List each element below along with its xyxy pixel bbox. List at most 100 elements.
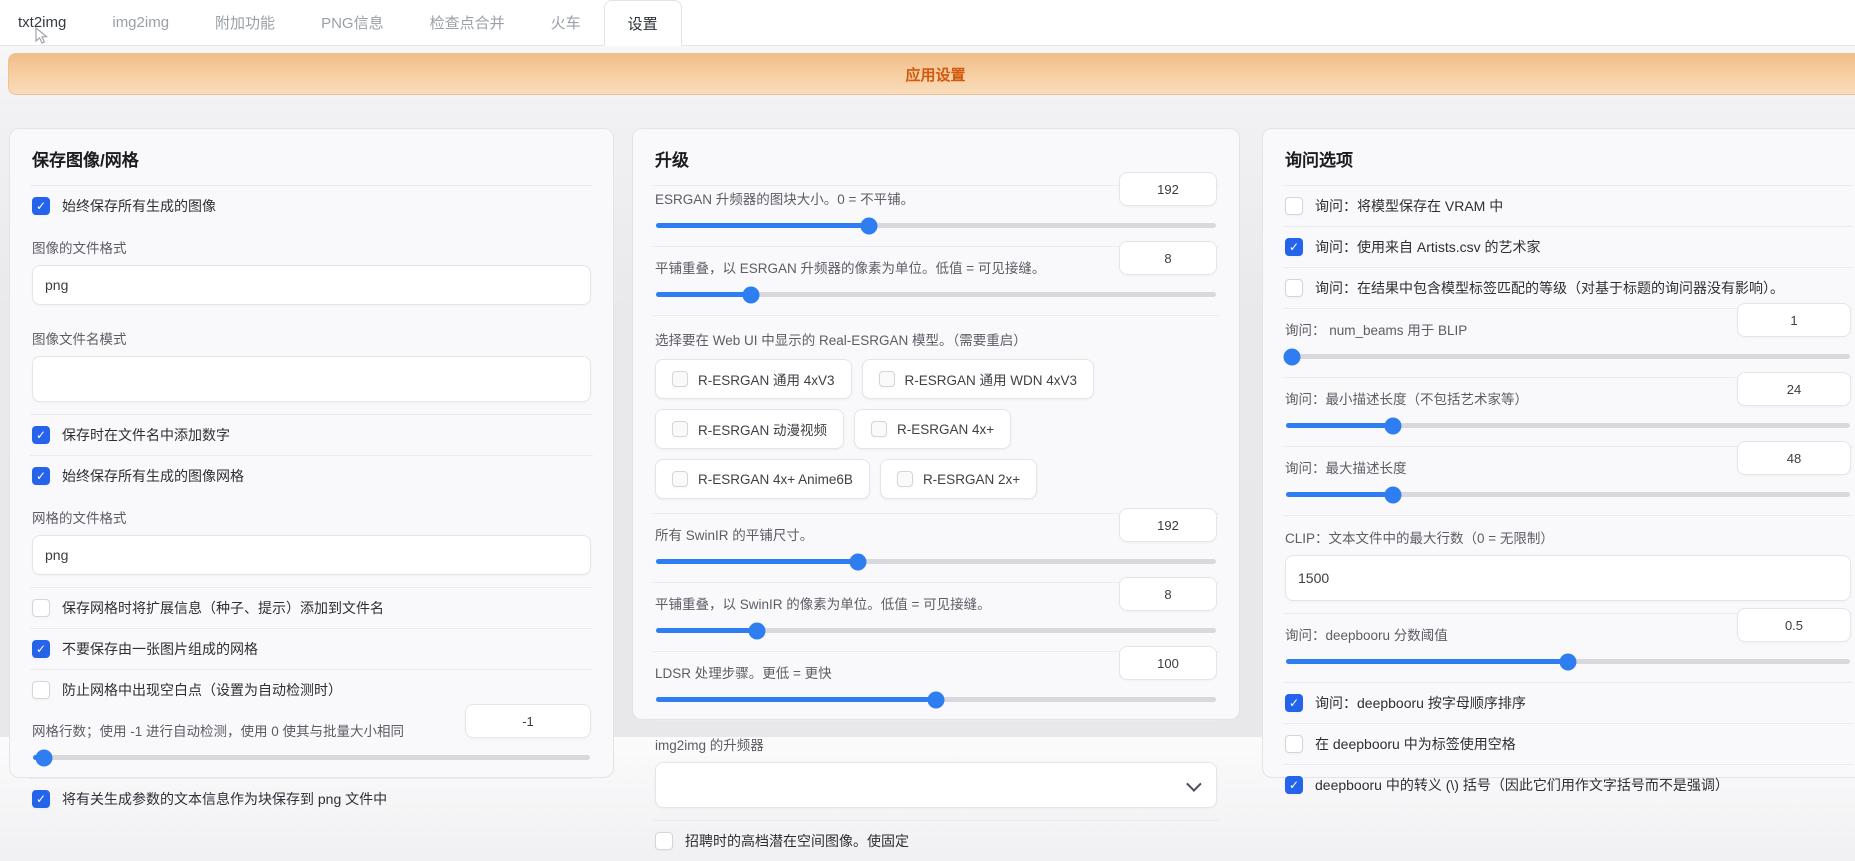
realesrgan-option-2xplus-checkbox[interactable] [897,471,913,487]
deepbooru-escape-checkbox[interactable] [1285,776,1303,794]
add-number-checkbox[interactable] [32,426,50,444]
prevent-empty-checkbox[interactable] [32,681,50,699]
deepbooru-threshold-slider[interactable] [1286,659,1850,664]
esrgan-overlap-value-input[interactable] [1119,241,1217,275]
realesrgan-option-anime-video[interactable]: R-ESRGAN 动漫视频 [655,409,844,449]
ldsr-steps-slider-thumb[interactable] [928,691,945,708]
num-beams-slider[interactable] [1286,354,1850,359]
deepbooru-threshold-value-input[interactable] [1737,608,1851,642]
grid-rows-label: 网格行数；使用 -1 进行自动检测，使用 0 使其与批量大小相同 [32,718,404,741]
deepbooru-sort-checkbox[interactable] [1285,694,1303,712]
apply-settings-label: 应用设置 [905,64,965,85]
no-single-grid-label: 不要保存由一张图片组成的网格 [62,639,258,659]
swinir-tile-value-input[interactable] [1119,508,1217,542]
include-ranks-label: 询问：在结果中包含模型标签匹配的等级（对基于标题的询问器没有影响）。 [1315,278,1784,298]
swinir-overlap-slider[interactable] [656,628,1216,633]
keep-vram-row: 询问：将模型保存在 VRAM 中 [1283,185,1853,226]
ldsr-steps-label: LDSR 处理步骤。更低 = 更快 [655,660,832,683]
chevron-down-icon [1186,776,1202,792]
always-save-grids-checkbox[interactable] [32,467,50,485]
swinir-tile-label: 所有 SwinIR 的平铺尺寸。 [655,522,813,545]
grid-extended-info-checkbox[interactable] [32,599,50,617]
realesrgan-option-anime-video-checkbox[interactable] [672,421,688,437]
max-length-slider-thumb[interactable] [1385,486,1402,503]
tab-train[interactable]: 火车 [528,0,604,45]
save-txt-info-checkbox[interactable] [32,790,50,808]
realesrgan-option-general-4xv3[interactable]: R-ESRGAN 通用 4xV3 [655,359,852,399]
upscale-latent-row: 招聘时的高档潜在空间图像。使固定 [653,820,1219,861]
realesrgan-option-general-wdn-4xv3[interactable]: R-ESRGAN 通用 WDN 4xV3 [862,359,1095,399]
grid-format-row: 网格的文件格式 [30,496,593,587]
min-length-slider-row: 询问：最小描述长度（不包括艺术家等） [1283,377,1853,446]
realesrgan-option-general-4xv3-checkbox[interactable] [672,371,688,387]
swinir-overlap-slider-thumb[interactable] [748,622,765,639]
deepbooru-spaces-checkbox[interactable] [1285,735,1303,753]
chip-label: R-ESRGAN 4x+ [897,422,994,437]
keep-vram-checkbox[interactable] [1285,197,1303,215]
deepbooru-threshold-slider-thumb[interactable] [1560,653,1577,670]
realesrgan-option-2xplus[interactable]: R-ESRGAN 2x+ [880,459,1037,499]
apply-settings-button[interactable]: 应用设置 [8,53,1855,95]
chip-label: R-ESRGAN 2x+ [923,472,1020,487]
min-length-slider[interactable] [1286,423,1850,428]
esrgan-overlap-label: 平铺重叠，以 ESRGAN 升频器的像素为单位。低值 = 可见接缝。 [655,255,1045,278]
max-length-value-input[interactable] [1737,441,1851,475]
deepbooru-spaces-row: 在 deepbooru 中为标签使用空格 [1283,723,1853,764]
no-single-grid-checkbox[interactable] [32,640,50,658]
upscale-latent-checkbox[interactable] [655,832,673,850]
use-artists-checkbox[interactable] [1285,238,1303,256]
swinir-tile-slider-thumb[interactable] [849,553,866,570]
use-artists-row: 询问：使用来自 Artists.csv 的艺术家 [1283,226,1853,267]
esrgan-overlap-slider-thumb[interactable] [743,286,760,303]
esrgan-tile-value-input[interactable] [1119,172,1217,206]
save-images-panel: 保存图像/网格 始终保存所有生成的图像 图像的文件格式 图像文件名模式 保存时在… [9,128,614,778]
max-length-slider[interactable] [1286,492,1850,497]
ldsr-steps-slider[interactable] [656,697,1216,702]
min-length-slider-thumb[interactable] [1385,417,1402,434]
realesrgan-option-general-wdn-4xv3-checkbox[interactable] [879,371,895,387]
filename-pattern-input[interactable] [32,356,591,402]
tab-settings[interactable]: 设置 [604,0,682,46]
always-save-images-label: 始终保存所有生成的图像 [62,196,216,216]
grid-rows-value-input[interactable] [465,704,591,738]
image-format-row: 图像的文件格式 [30,226,593,317]
no-single-grid-row: 不要保存由一张图片组成的网格 [30,628,593,669]
img2img-upscaler-dropdown[interactable] [655,762,1217,808]
grid-format-input[interactable] [32,535,591,575]
tab-img2img[interactable]: img2img [89,0,192,45]
tab-checkpoint-merger[interactable]: 检查点合并 [407,0,528,45]
deepbooru-escape-row: deepbooru 中的转义 (\) 括号（因此它们用作文字括号而不是强调） [1283,764,1853,805]
deepbooru-threshold-slider-row: 询问：deepbooru 分数阈值 [1283,613,1853,682]
tab-txt2img[interactable]: txt2img [16,0,89,45]
num-beams-value-input[interactable] [1737,303,1851,337]
swinir-tile-slider[interactable] [656,559,1216,564]
min-length-label: 询问：最小描述长度（不包括艺术家等） [1285,386,1528,409]
tab-png-info[interactable]: PNG信息 [298,0,407,45]
image-format-input[interactable] [32,265,591,305]
use-artists-label: 询问：使用来自 Artists.csv 的艺术家 [1315,237,1541,257]
clip-max-lines-label: CLIP：文本文件中的最大行数（0 = 无限制） [1285,527,1851,547]
realesrgan-option-4xplus[interactable]: R-ESRGAN 4x+ [854,409,1011,449]
realesrgan-option-4xplus-anime6b[interactable]: R-ESRGAN 4x+ Anime6B [655,459,870,499]
realesrgan-option-4xplus-checkbox[interactable] [871,421,887,437]
esrgan-tile-slider-thumb[interactable] [860,217,877,234]
esrgan-overlap-slider[interactable] [656,292,1216,297]
tab-extras[interactable]: 附加功能 [192,0,298,45]
always-save-images-checkbox[interactable] [32,197,50,215]
grid-extended-info-label: 保存网格时将扩展信息（种子、提示）添加到文件名 [62,598,384,618]
interrogate-panel: 询问选项 询问：将模型保存在 VRAM 中 询问：使用来自 Artists.cs… [1262,128,1855,778]
grid-rows-slider[interactable] [33,755,590,760]
clip-max-lines-input[interactable] [1285,555,1851,601]
realesrgan-option-4xplus-anime6b-checkbox[interactable] [672,471,688,487]
swinir-overlap-slider-row: 平铺重叠，以 SwinIR 的像素为单位。低值 = 可见接缝。 [653,582,1219,651]
realesrgan-models-label: 选择要在 Web UI 中显示的 Real-ESRGAN 模型。（需要重启） [655,329,1217,349]
grid-rows-slider-thumb[interactable] [36,749,53,766]
upscaling-panel: 升级 ESRGAN 升频器的图块大小。0 = 不平铺。 平铺重叠，以 ESRGA… [632,128,1240,720]
num-beams-slider-thumb[interactable] [1283,348,1300,365]
esrgan-tile-slider[interactable] [656,223,1216,228]
swinir-overlap-value-input[interactable] [1119,577,1217,611]
ldsr-steps-value-input[interactable] [1119,646,1217,680]
min-length-value-input[interactable] [1737,372,1851,406]
chip-label: R-ESRGAN 动漫视频 [698,419,827,439]
include-ranks-checkbox[interactable] [1285,279,1303,297]
